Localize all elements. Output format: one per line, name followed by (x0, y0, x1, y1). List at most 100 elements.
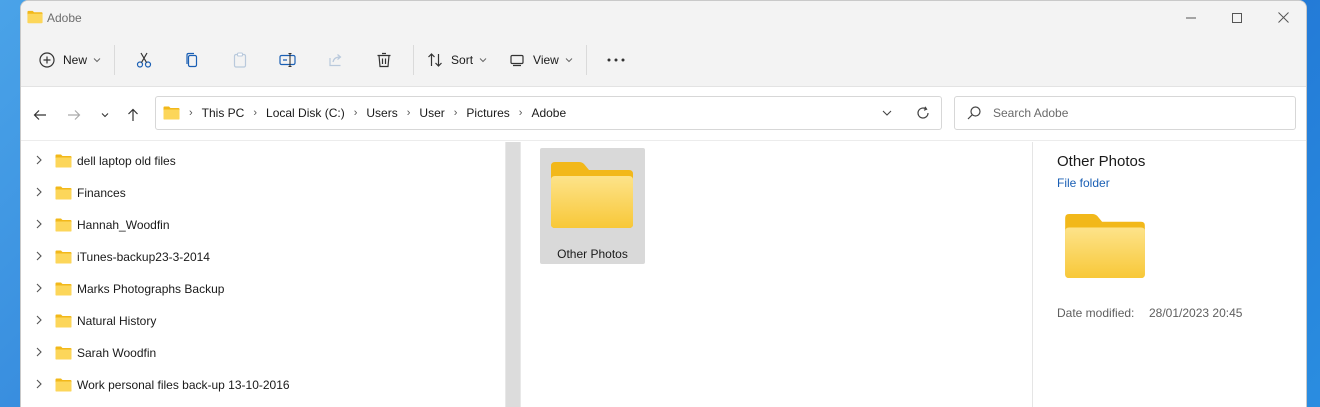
more-options-button[interactable] (592, 42, 640, 78)
tree-item[interactable]: Marks Photographs Backup (21, 272, 505, 304)
address-bar[interactable]: › This PC › Local Disk (C:) › Users › User ›… (155, 96, 942, 130)
tree-item[interactable]: Hannah_Woodfin (21, 208, 505, 240)
clipboard-icon (233, 52, 247, 68)
chevron-down-icon (101, 113, 109, 118)
tree-item-label: Natural History (77, 314, 157, 328)
chevron-right-icon[interactable] (33, 314, 45, 326)
close-button[interactable] (1260, 1, 1306, 34)
search-icon (967, 106, 981, 120)
chevron-right-icon[interactable] (33, 346, 45, 358)
tree-item-label: Marks Photographs Backup (77, 282, 225, 296)
copy-button[interactable] (168, 42, 216, 78)
scrollbar-thumb[interactable] (506, 142, 520, 407)
folder-icon (55, 314, 72, 328)
breadcrumb-users[interactable]: Users › (366, 106, 419, 120)
chevron-right-icon[interactable] (33, 378, 45, 390)
rename-icon (279, 52, 296, 68)
cut-button[interactable] (120, 42, 168, 78)
breadcrumb-user[interactable]: User › (419, 106, 466, 120)
folder-icon (55, 346, 72, 360)
details-title: Other Photos (1057, 153, 1146, 170)
tree-item[interactable]: Work personal files back-up 13-10-2016 (21, 368, 505, 400)
address-bar-actions (869, 97, 941, 129)
folder-icon (55, 282, 72, 296)
tree-item[interactable]: Sarah Woodfin (21, 336, 505, 368)
chevron-down-icon (93, 58, 101, 63)
tree-item[interactable]: Natural History (21, 304, 505, 336)
breadcrumb-this-pc[interactable]: This PC › (202, 106, 266, 120)
navigation-pane-scrollbar[interactable] (505, 142, 521, 407)
folder-icon (55, 378, 72, 392)
refresh-button[interactable] (905, 97, 941, 129)
breadcrumb-local-disk[interactable]: Local Disk (C:) › (266, 106, 366, 120)
refresh-icon (917, 106, 929, 119)
tree-item[interactable]: Finances (21, 176, 505, 208)
tree-item-label: dell laptop old files (77, 154, 176, 168)
tree-item-label: Finances (77, 186, 126, 200)
chevron-right-icon[interactable] (33, 154, 45, 166)
details-pane: Other Photos File folder Date modified: … (1033, 142, 1306, 407)
file-explorer-window: Adobe New Sort View › This PC › Local Di… (20, 0, 1307, 407)
rename-button[interactable] (264, 42, 312, 78)
chevron-down-icon (479, 58, 487, 63)
search-input[interactable] (993, 106, 1273, 120)
new-button[interactable]: New (31, 42, 109, 78)
window-controls (1168, 1, 1306, 34)
window-title: Adobe (47, 11, 82, 25)
chevron-down-icon (882, 110, 892, 116)
copy-icon (186, 52, 198, 68)
minimize-button[interactable] (1168, 1, 1214, 34)
navigation-pane: dell laptop old files Finances Hannah_Wo… (21, 142, 505, 407)
maximize-icon (1232, 12, 1242, 23)
chevron-right-icon[interactable] (33, 250, 45, 262)
navigation-row: › This PC › Local Disk (C:) › Users › User ›… (21, 87, 1306, 141)
details-type: File folder (1057, 176, 1110, 190)
search-box[interactable] (954, 96, 1296, 130)
folder-icon (55, 218, 72, 232)
share-icon (329, 54, 342, 67)
chevron-right-icon[interactable] (33, 218, 45, 230)
tree-item-label: Hannah_Woodfin (77, 218, 170, 232)
command-bar: New Sort View (21, 34, 1306, 87)
folder-icon (55, 186, 72, 200)
chevron-down-icon (565, 58, 573, 63)
chevron-right-icon[interactable] (33, 186, 45, 198)
folder-icon (549, 160, 635, 230)
scissors-icon (136, 52, 152, 68)
trash-icon (377, 52, 391, 68)
maximize-button[interactable] (1214, 1, 1260, 34)
forward-button[interactable] (63, 104, 85, 126)
file-item[interactable]: Other Photos (540, 148, 645, 264)
title-bar: Adobe (21, 1, 1306, 34)
file-item-name: Other Photos (557, 247, 628, 261)
breadcrumb-separator: › (189, 107, 193, 119)
sort-button[interactable]: Sort (419, 42, 495, 78)
share-button[interactable] (312, 42, 360, 78)
view-label: View (533, 53, 559, 67)
view-icon (510, 54, 524, 67)
folder-icon (163, 106, 180, 120)
file-list-pane: Other Photos (521, 142, 1032, 407)
paste-button[interactable] (216, 42, 264, 78)
breadcrumb-adobe[interactable]: Adobe (531, 106, 566, 120)
more-icon (607, 58, 625, 62)
sort-icon (428, 53, 442, 67)
tree-item[interactable]: dell laptop old files (21, 144, 505, 176)
close-icon (1277, 12, 1289, 23)
back-button[interactable] (29, 104, 51, 126)
chevron-right-icon[interactable] (33, 282, 45, 294)
recent-locations-button[interactable] (94, 104, 116, 126)
toolbar-divider (114, 45, 116, 75)
delete-button[interactable] (360, 42, 408, 78)
up-button[interactable] (122, 104, 144, 126)
view-button[interactable]: View (501, 42, 581, 78)
folder-icon (27, 10, 43, 24)
tree-item[interactable]: iTunes-backup23-3-2014 (21, 240, 505, 272)
plus-circle-icon (39, 52, 55, 68)
folder-icon (1061, 212, 1149, 280)
tree-item-label: iTunes-backup23-3-2014 (77, 250, 210, 264)
minimize-icon (1186, 17, 1196, 18)
folder-icon (55, 250, 72, 264)
address-history-button[interactable] (869, 97, 905, 129)
breadcrumb-pictures[interactable]: Pictures › (466, 106, 531, 120)
